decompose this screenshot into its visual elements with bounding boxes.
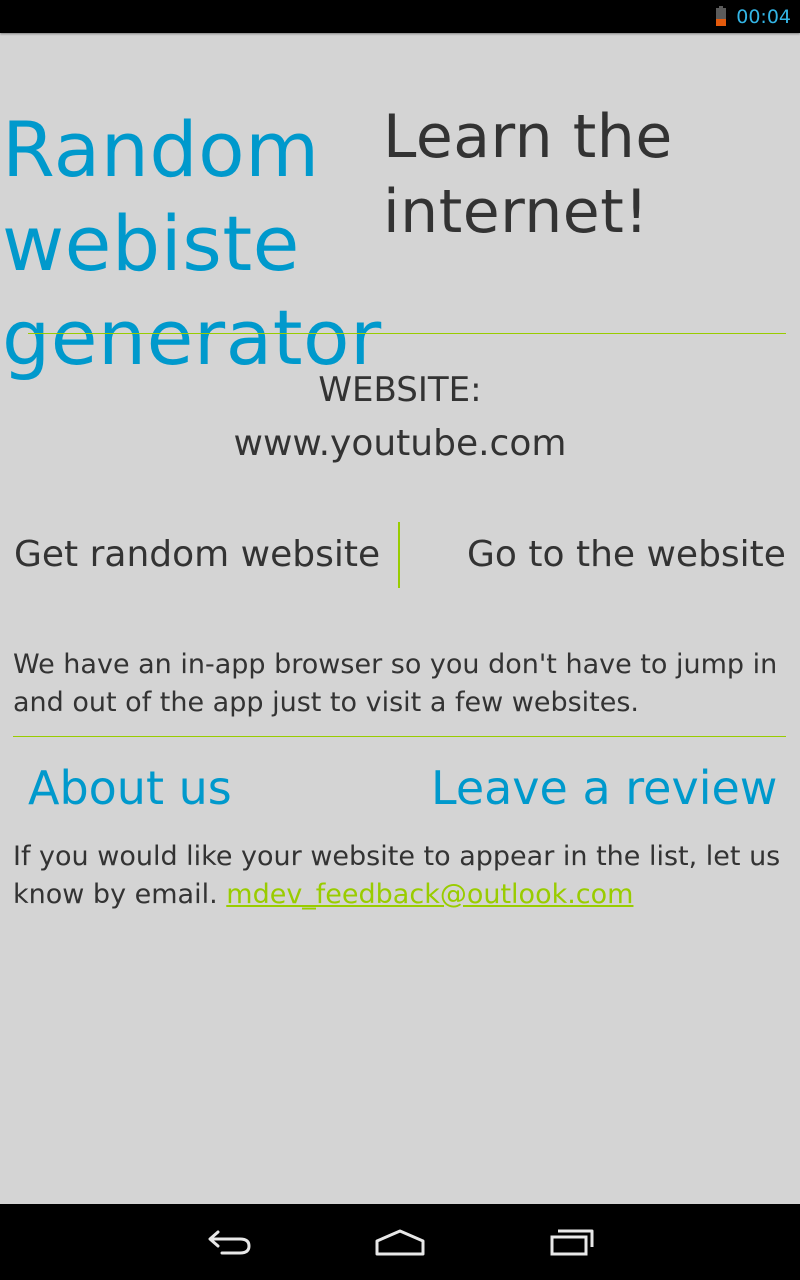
home-button[interactable]: [350, 1204, 450, 1280]
navigation-bar: [0, 1204, 800, 1280]
about-us-link[interactable]: About us: [28, 758, 232, 818]
back-icon: [208, 1230, 251, 1255]
recent-apps-icon: [550, 1229, 594, 1256]
app-title: Random webiste generator: [2, 104, 382, 382]
recent-apps-button[interactable]: [522, 1204, 622, 1280]
website-label: WEBSITE:: [318, 370, 482, 410]
go-to-website-button[interactable]: Go to the website: [467, 522, 786, 588]
leave-review-link[interactable]: Leave a review: [431, 758, 777, 818]
website-value: www.youtube.com: [233, 423, 567, 464]
header-divider: [28, 333, 786, 334]
status-clock: 00:04: [736, 6, 791, 28]
get-random-website-button[interactable]: Get random website: [14, 522, 380, 588]
info-divider: [13, 736, 786, 737]
back-button[interactable]: [180, 1204, 280, 1280]
battery-low-icon: [716, 6, 726, 26]
status-bar: 00:04: [0, 0, 800, 33]
tagline: Learn the internet!: [383, 102, 673, 247]
home-icon: [375, 1229, 425, 1256]
button-divider: [398, 522, 400, 588]
contact-text: If you would like your website to appear…: [13, 838, 788, 914]
info-text: We have an in-app browser so you don't h…: [13, 649, 778, 718]
feedback-email-link[interactable]: mdev_feedback@outlook.com: [226, 879, 633, 910]
